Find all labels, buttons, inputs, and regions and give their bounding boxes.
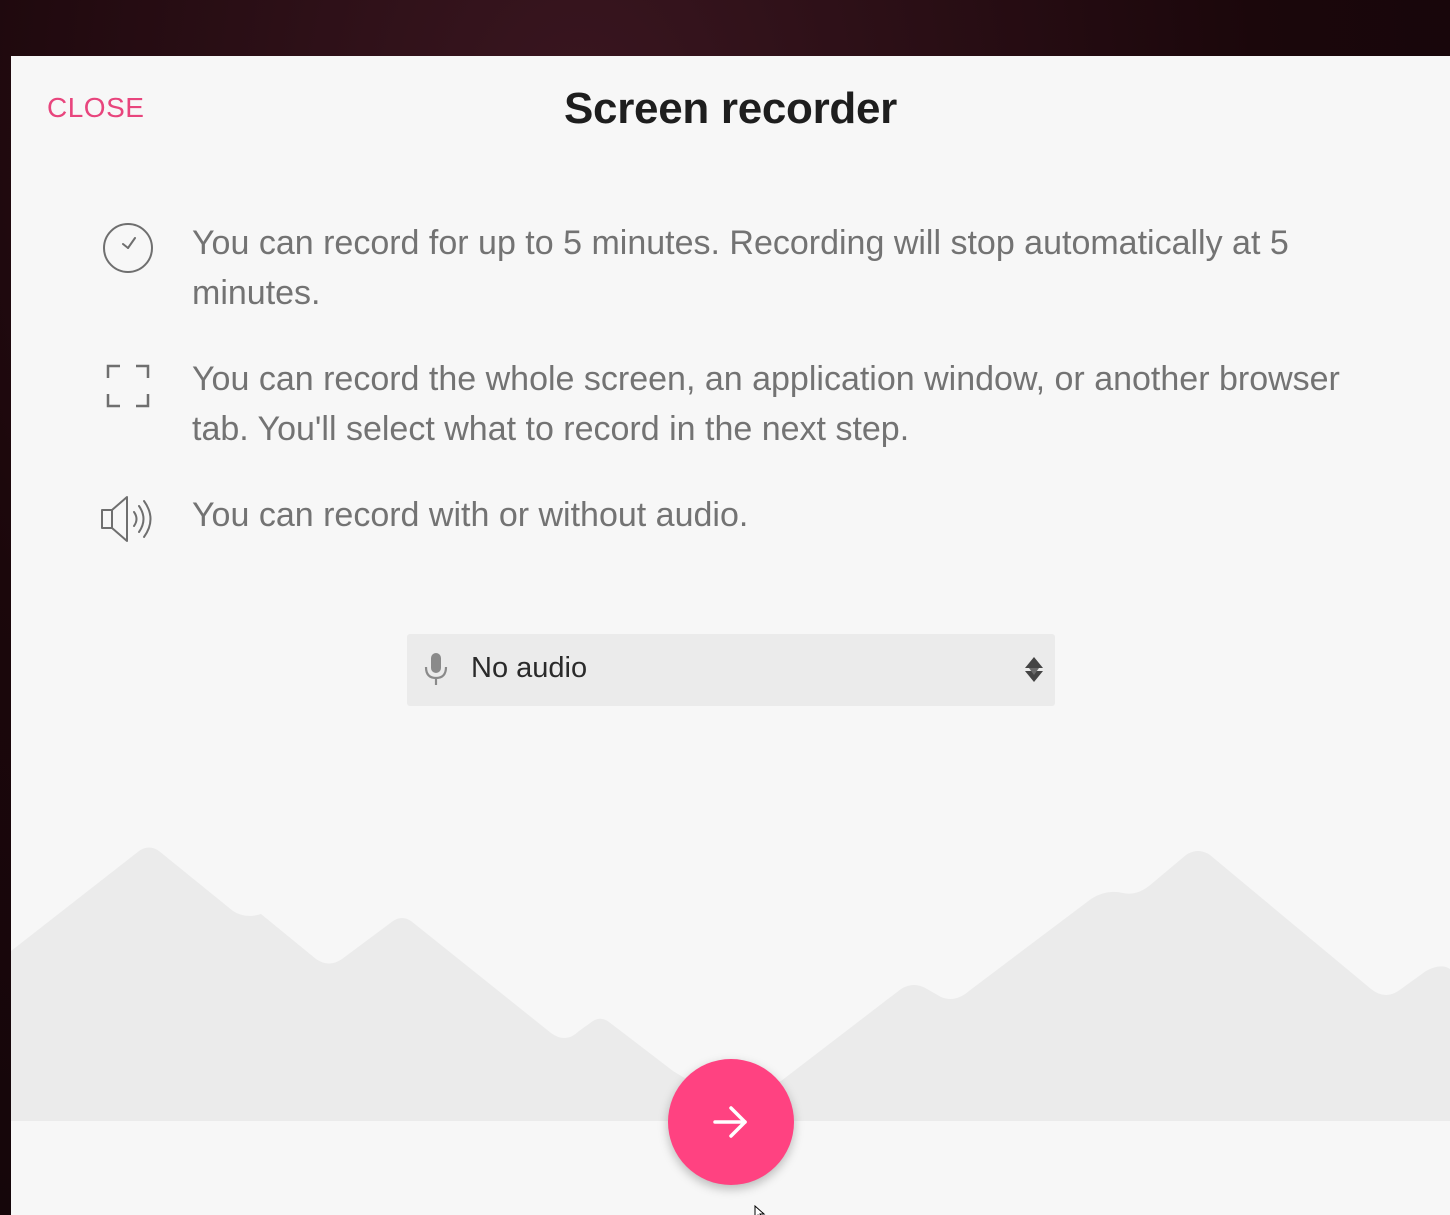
audio-source-select[interactable]: No audio	[407, 634, 1055, 706]
info-text: You can record with or without audio.	[192, 496, 749, 534]
select-arrows-icon	[1025, 657, 1043, 682]
arrow-right-icon	[713, 1106, 747, 1138]
speaker-icon	[101, 496, 152, 542]
fullscreen-icon	[106, 364, 150, 408]
info-text: You can record for up to 5 minutes. Reco…	[192, 224, 1289, 312]
screen-recorder-dialog: CLOSE Screen recorder You can record for…	[11, 56, 1450, 1215]
info-text: You can record the whole screen, an appl…	[192, 360, 1340, 448]
dialog-title: Screen recorder	[563, 84, 898, 133]
audio-select-value: No audio	[471, 652, 588, 684]
microphone-icon	[424, 653, 448, 685]
next-button[interactable]	[668, 1059, 794, 1185]
mouse-cursor-icon	[754, 1205, 766, 1215]
clock-icon	[103, 223, 153, 273]
